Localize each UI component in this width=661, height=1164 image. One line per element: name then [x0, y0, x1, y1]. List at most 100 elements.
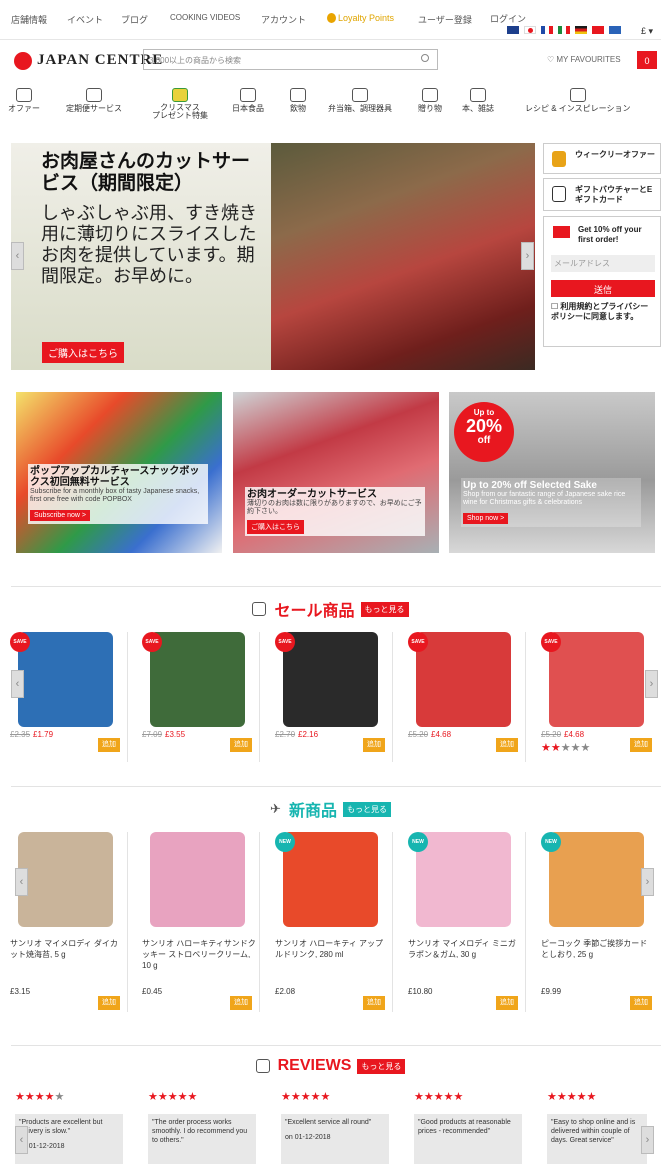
- hero-prev-arrow[interactable]: ‹: [11, 242, 24, 270]
- hero-body: しゃぶしゃぶ用、すき焼き用に薄切りにスライスしたお肉を提供しています。期間限定。…: [41, 203, 257, 286]
- signup-box: Get 10% off your first order! メールアドレス 送信…: [543, 216, 661, 347]
- product-name[interactable]: サンリオ マイメロディ ダイカット焼海苔, 5 g: [10, 938, 124, 960]
- link-blog[interactable]: ブログ: [121, 13, 148, 26]
- sale-price: £1.79: [33, 730, 54, 739]
- new-prev-arrow[interactable]: ‹: [15, 868, 28, 896]
- add-button[interactable]: 追加: [630, 996, 652, 1010]
- nav-bento[interactable]: 弁当箱、調理器具: [328, 88, 392, 113]
- new-next-arrow[interactable]: ›: [641, 868, 654, 896]
- nav-subscription[interactable]: 定期便サービス: [66, 88, 122, 113]
- new-badge: NEW: [275, 832, 295, 852]
- sale-more-link[interactable]: もっと見る: [360, 601, 409, 617]
- promo-meat-cut[interactable]: お肉オーダーカットサービス 薄切りのお肉は数に限りがありますので、お早めにご予約…: [233, 392, 439, 553]
- add-button[interactable]: 追加: [98, 738, 120, 752]
- nav-drinks[interactable]: 飲物: [290, 88, 306, 113]
- hero-next-arrow[interactable]: ›: [521, 242, 534, 270]
- add-button[interactable]: 追加: [230, 996, 252, 1010]
- nav-christmas[interactable]: クリスマス プレゼント特集: [148, 88, 212, 120]
- nav-gifts[interactable]: 贈り物: [418, 88, 442, 113]
- sale-heading: セール商品 もっと見る: [0, 597, 661, 621]
- product-image: [549, 632, 644, 727]
- nav-recipes[interactable]: レシピ & インスピレーション: [525, 88, 630, 113]
- product-name[interactable]: サンリオ マイメロディ ミニガラポン＆ガム, 30 g: [408, 938, 522, 960]
- france-flag-icon[interactable]: [541, 26, 553, 34]
- nav-books[interactable]: 本、雑誌: [462, 88, 494, 113]
- japan-flag-icon[interactable]: [524, 26, 536, 34]
- stars-filled: ★★★★★: [281, 1091, 331, 1103]
- nav-japanese-food[interactable]: 日本食品: [232, 88, 264, 113]
- nav-label: レシピ & インスピレーション: [525, 104, 631, 113]
- germany-flag-icon[interactable]: [575, 26, 587, 34]
- email-field[interactable]: メールアドレス: [551, 255, 655, 272]
- nav-label: クリスマス プレゼント特集: [152, 103, 208, 120]
- link-login[interactable]: ログイン: [490, 12, 526, 25]
- favourites-link[interactable]: ♡ MY FAVOURITES: [547, 55, 621, 64]
- link-loyalty[interactable]: Loyalty Points: [327, 13, 394, 23]
- link-register[interactable]: ユーザー登録: [418, 13, 472, 26]
- divider: [11, 1045, 661, 1046]
- reviews-more-link[interactable]: もっと見る: [357, 1058, 406, 1074]
- product-card[interactable]: SAVE £7.09 £3.55 追加: [140, 632, 260, 762]
- add-button[interactable]: 追加: [230, 738, 252, 752]
- cart-button[interactable]: 0: [637, 51, 657, 69]
- reviews-next-arrow[interactable]: ›: [641, 1126, 654, 1154]
- product-card[interactable]: NEW サンリオ マイメロディ ミニガラポン＆ガム, 30 g £10.80 追…: [406, 832, 526, 1012]
- add-button[interactable]: 追加: [496, 738, 518, 752]
- hero-image-meat: [271, 143, 535, 370]
- product-card[interactable]: NEW サンリオ ハローキティ アップルドリンク, 280 ml £2.08 追…: [273, 832, 393, 1012]
- italy-flag-icon[interactable]: [558, 26, 570, 34]
- promo-cta-button[interactable]: ご購入はこちら: [247, 520, 304, 534]
- quote-text: "Easy to shop online and is delivered wi…: [551, 1119, 636, 1144]
- product-card[interactable]: NEW ピーコック 季節ご挨拶カードとしおり, 25 g £9.99 追加: [539, 832, 659, 1012]
- promo-cta-button[interactable]: Subscribe now >: [30, 510, 90, 521]
- add-button[interactable]: 追加: [630, 738, 652, 752]
- add-button[interactable]: 追加: [496, 996, 518, 1010]
- quote-text: "Good products at reasonable prices - re…: [418, 1119, 511, 1135]
- add-button[interactable]: 追加: [98, 996, 120, 1010]
- sweden-flag-icon[interactable]: [609, 26, 621, 34]
- promo-cta-button[interactable]: Shop now >: [463, 513, 509, 524]
- review-date: on 01-12-2018: [19, 1143, 65, 1150]
- product-card[interactable]: サンリオ ハローキティサンドクッキー ストロベリークリーム, 10 g £0.4…: [140, 832, 260, 1012]
- weekly-offer-box[interactable]: ウィークリーオファー: [543, 143, 661, 174]
- new-more-link[interactable]: もっと見る: [342, 801, 391, 817]
- terms-checkbox[interactable]: ☐ 利用規約とプライバシーポリシーに同意します。: [551, 302, 655, 322]
- product-card[interactable]: SAVE £2.70 £2.16 追加: [273, 632, 393, 762]
- reviews-prev-arrow[interactable]: ‹: [15, 1126, 28, 1154]
- product-card[interactable]: SAVE £2.35 £1.79 追加: [8, 632, 128, 762]
- link-store-info[interactable]: 店舗情報: [11, 13, 47, 26]
- add-button[interactable]: 追加: [363, 738, 385, 752]
- sale-prev-arrow[interactable]: ‹: [11, 670, 24, 698]
- hero-banner[interactable]: お肉屋さんのカットサービス（期間限定） しゃぶしゃぶ用、すき焼き用に薄切りにスラ…: [11, 143, 535, 370]
- sale-price: £3.55: [165, 730, 186, 739]
- search-icon[interactable]: [421, 54, 429, 62]
- product-card[interactable]: SAVE £5.20 £4.68 ★★★★★ 追加: [539, 632, 659, 762]
- divider: [11, 786, 661, 787]
- sale-next-arrow[interactable]: ›: [645, 670, 658, 698]
- search-input[interactable]: 3,000以上の商品から検索: [143, 49, 438, 70]
- currency-select[interactable]: £ ▾: [641, 26, 653, 37]
- promo-snack-box[interactable]: ポップアップカルチャースナックボックス初回無料サービス Subscribe fo…: [16, 392, 222, 553]
- review-stars: ★★★★★: [547, 1090, 596, 1103]
- gift-voucher-box[interactable]: ギフトバウチャーとEギフトカード: [543, 178, 661, 211]
- link-cooking-videos[interactable]: COOKING VIDEOS: [170, 13, 240, 22]
- reviews-title: REVIEWS: [277, 1057, 352, 1074]
- link-account[interactable]: アカウント: [261, 13, 306, 26]
- nav-label: 弁当箱、調理器具: [328, 104, 392, 113]
- link-events[interactable]: イベント: [67, 13, 103, 26]
- sale-price: £2.16: [298, 730, 319, 739]
- submit-button[interactable]: 送信: [551, 280, 655, 297]
- product-name[interactable]: サンリオ ハローキティサンドクッキー ストロベリークリーム, 10 g: [142, 938, 256, 971]
- sale-price: £4.68: [431, 730, 452, 739]
- hero-cta-button[interactable]: ご購入はこちら: [42, 342, 124, 363]
- denmark-flag-icon[interactable]: [592, 26, 604, 34]
- product-name[interactable]: ピーコック 季節ご挨拶カードとしおり, 25 g: [541, 938, 655, 960]
- uk-flag-icon[interactable]: [507, 26, 519, 34]
- logo-icon[interactable]: [14, 52, 32, 70]
- save-badge: SAVE: [541, 632, 561, 652]
- add-button[interactable]: 追加: [363, 996, 385, 1010]
- nav-offers[interactable]: オファー: [8, 88, 40, 113]
- product-card[interactable]: SAVE £5.20 £4.68 追加: [406, 632, 526, 762]
- product-name[interactable]: サンリオ ハローキティ アップルドリンク, 280 ml: [275, 938, 389, 960]
- product-card[interactable]: サンリオ マイメロディ ダイカット焼海苔, 5 g £3.15 追加: [8, 832, 128, 1012]
